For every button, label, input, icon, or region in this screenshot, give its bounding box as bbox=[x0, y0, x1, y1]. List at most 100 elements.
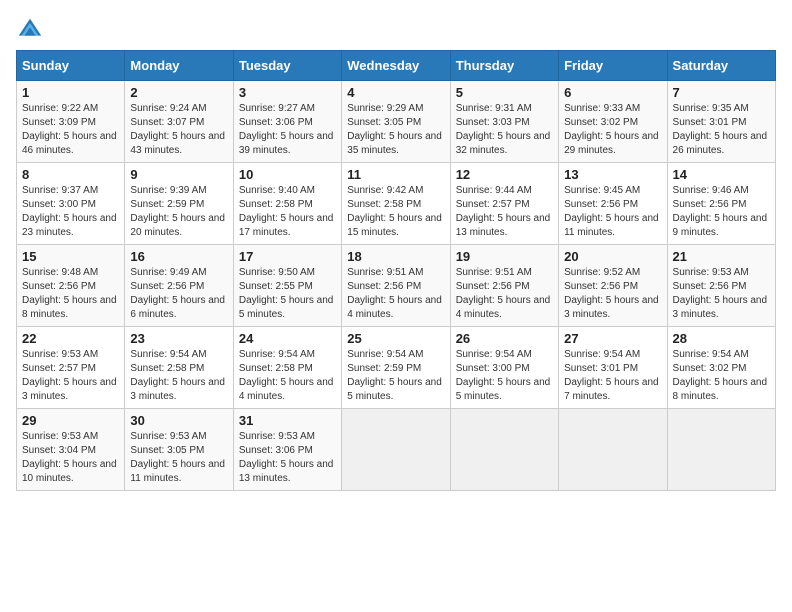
day-cell: 17 Sunrise: 9:50 AM Sunset: 2:55 PM Dayl… bbox=[233, 245, 341, 327]
daylight-label: Daylight: 5 hours and 46 minutes. bbox=[22, 131, 117, 156]
sunset-label: Sunset: 2:58 PM bbox=[347, 199, 421, 210]
day-info: Sunrise: 9:39 AM Sunset: 2:59 PM Dayligh… bbox=[130, 184, 227, 240]
day-cell: 29 Sunrise: 9:53 AM Sunset: 3:04 PM Dayl… bbox=[17, 409, 125, 491]
sunset-label: Sunset: 2:57 PM bbox=[22, 363, 96, 374]
sunrise-label: Sunrise: 9:54 AM bbox=[673, 349, 749, 360]
page-header bbox=[16, 16, 776, 44]
day-number: 10 bbox=[239, 167, 336, 182]
day-cell: 23 Sunrise: 9:54 AM Sunset: 2:58 PM Dayl… bbox=[125, 327, 233, 409]
sunset-label: Sunset: 3:05 PM bbox=[130, 445, 204, 456]
week-row: 29 Sunrise: 9:53 AM Sunset: 3:04 PM Dayl… bbox=[17, 409, 776, 491]
sunrise-label: Sunrise: 9:53 AM bbox=[239, 431, 315, 442]
day-number: 16 bbox=[130, 249, 227, 264]
daylight-label: Daylight: 5 hours and 11 minutes. bbox=[130, 459, 225, 484]
day-cell: 10 Sunrise: 9:40 AM Sunset: 2:58 PM Dayl… bbox=[233, 163, 341, 245]
sunrise-label: Sunrise: 9:35 AM bbox=[673, 103, 749, 114]
daylight-label: Daylight: 5 hours and 5 minutes. bbox=[239, 295, 334, 320]
day-cell: 5 Sunrise: 9:31 AM Sunset: 3:03 PM Dayli… bbox=[450, 81, 558, 163]
day-number: 24 bbox=[239, 331, 336, 346]
sunset-label: Sunset: 2:58 PM bbox=[239, 199, 313, 210]
sunrise-label: Sunrise: 9:53 AM bbox=[130, 431, 206, 442]
daylight-label: Daylight: 5 hours and 3 minutes. bbox=[22, 377, 117, 402]
day-info: Sunrise: 9:54 AM Sunset: 2:58 PM Dayligh… bbox=[130, 348, 227, 404]
sunrise-label: Sunrise: 9:46 AM bbox=[673, 185, 749, 196]
sunset-label: Sunset: 3:01 PM bbox=[564, 363, 638, 374]
sunrise-label: Sunrise: 9:42 AM bbox=[347, 185, 423, 196]
sunset-label: Sunset: 2:58 PM bbox=[130, 363, 204, 374]
day-number: 17 bbox=[239, 249, 336, 264]
day-number: 5 bbox=[456, 85, 553, 100]
daylight-label: Daylight: 5 hours and 13 minutes. bbox=[456, 213, 551, 238]
day-cell: 14 Sunrise: 9:46 AM Sunset: 2:56 PM Dayl… bbox=[667, 163, 775, 245]
col-header-friday: Friday bbox=[559, 51, 667, 81]
sunrise-label: Sunrise: 9:54 AM bbox=[564, 349, 640, 360]
sunset-label: Sunset: 3:06 PM bbox=[239, 445, 313, 456]
sunset-label: Sunset: 3:02 PM bbox=[564, 117, 638, 128]
day-info: Sunrise: 9:40 AM Sunset: 2:58 PM Dayligh… bbox=[239, 184, 336, 240]
week-row: 8 Sunrise: 9:37 AM Sunset: 3:00 PM Dayli… bbox=[17, 163, 776, 245]
daylight-label: Daylight: 5 hours and 9 minutes. bbox=[673, 213, 768, 238]
sunrise-label: Sunrise: 9:33 AM bbox=[564, 103, 640, 114]
sunrise-label: Sunrise: 9:29 AM bbox=[347, 103, 423, 114]
day-number: 28 bbox=[673, 331, 770, 346]
day-cell: 22 Sunrise: 9:53 AM Sunset: 2:57 PM Dayl… bbox=[17, 327, 125, 409]
sunset-label: Sunset: 2:59 PM bbox=[347, 363, 421, 374]
daylight-label: Daylight: 5 hours and 6 minutes. bbox=[130, 295, 225, 320]
daylight-label: Daylight: 5 hours and 10 minutes. bbox=[22, 459, 117, 484]
sunrise-label: Sunrise: 9:31 AM bbox=[456, 103, 532, 114]
daylight-label: Daylight: 5 hours and 29 minutes. bbox=[564, 131, 659, 156]
day-info: Sunrise: 9:53 AM Sunset: 3:04 PM Dayligh… bbox=[22, 430, 119, 486]
day-number: 14 bbox=[673, 167, 770, 182]
daylight-label: Daylight: 5 hours and 5 minutes. bbox=[347, 377, 442, 402]
day-info: Sunrise: 9:45 AM Sunset: 2:56 PM Dayligh… bbox=[564, 184, 661, 240]
day-cell: 7 Sunrise: 9:35 AM Sunset: 3:01 PM Dayli… bbox=[667, 81, 775, 163]
sunset-label: Sunset: 3:02 PM bbox=[673, 363, 747, 374]
day-number: 20 bbox=[564, 249, 661, 264]
sunrise-label: Sunrise: 9:54 AM bbox=[456, 349, 532, 360]
day-cell: 16 Sunrise: 9:49 AM Sunset: 2:56 PM Dayl… bbox=[125, 245, 233, 327]
day-cell: 25 Sunrise: 9:54 AM Sunset: 2:59 PM Dayl… bbox=[342, 327, 450, 409]
sunrise-label: Sunrise: 9:54 AM bbox=[130, 349, 206, 360]
day-number: 1 bbox=[22, 85, 119, 100]
day-number: 27 bbox=[564, 331, 661, 346]
sunset-label: Sunset: 2:56 PM bbox=[22, 281, 96, 292]
col-header-wednesday: Wednesday bbox=[342, 51, 450, 81]
daylight-label: Daylight: 5 hours and 26 minutes. bbox=[673, 131, 768, 156]
empty-cell bbox=[559, 409, 667, 491]
sunrise-label: Sunrise: 9:39 AM bbox=[130, 185, 206, 196]
day-cell: 18 Sunrise: 9:51 AM Sunset: 2:56 PM Dayl… bbox=[342, 245, 450, 327]
daylight-label: Daylight: 5 hours and 4 minutes. bbox=[347, 295, 442, 320]
daylight-label: Daylight: 5 hours and 5 minutes. bbox=[456, 377, 551, 402]
daylight-label: Daylight: 5 hours and 35 minutes. bbox=[347, 131, 442, 156]
sunrise-label: Sunrise: 9:40 AM bbox=[239, 185, 315, 196]
daylight-label: Daylight: 5 hours and 11 minutes. bbox=[564, 213, 659, 238]
day-info: Sunrise: 9:50 AM Sunset: 2:55 PM Dayligh… bbox=[239, 266, 336, 322]
week-row: 15 Sunrise: 9:48 AM Sunset: 2:56 PM Dayl… bbox=[17, 245, 776, 327]
sunrise-label: Sunrise: 9:53 AM bbox=[22, 431, 98, 442]
day-number: 6 bbox=[564, 85, 661, 100]
day-info: Sunrise: 9:54 AM Sunset: 2:59 PM Dayligh… bbox=[347, 348, 444, 404]
sunset-label: Sunset: 2:56 PM bbox=[673, 281, 747, 292]
day-info: Sunrise: 9:27 AM Sunset: 3:06 PM Dayligh… bbox=[239, 102, 336, 158]
daylight-label: Daylight: 5 hours and 7 minutes. bbox=[564, 377, 659, 402]
day-number: 22 bbox=[22, 331, 119, 346]
week-row: 22 Sunrise: 9:53 AM Sunset: 2:57 PM Dayl… bbox=[17, 327, 776, 409]
daylight-label: Daylight: 5 hours and 20 minutes. bbox=[130, 213, 225, 238]
calendar-header: SundayMondayTuesdayWednesdayThursdayFrid… bbox=[17, 51, 776, 81]
daylight-label: Daylight: 5 hours and 39 minutes. bbox=[239, 131, 334, 156]
sunrise-label: Sunrise: 9:48 AM bbox=[22, 267, 98, 278]
sunset-label: Sunset: 2:55 PM bbox=[239, 281, 313, 292]
sunset-label: Sunset: 3:00 PM bbox=[456, 363, 530, 374]
day-info: Sunrise: 9:51 AM Sunset: 2:56 PM Dayligh… bbox=[347, 266, 444, 322]
daylight-label: Daylight: 5 hours and 3 minutes. bbox=[564, 295, 659, 320]
col-header-sunday: Sunday bbox=[17, 51, 125, 81]
day-cell: 30 Sunrise: 9:53 AM Sunset: 3:05 PM Dayl… bbox=[125, 409, 233, 491]
sunset-label: Sunset: 2:56 PM bbox=[564, 281, 638, 292]
day-cell: 26 Sunrise: 9:54 AM Sunset: 3:00 PM Dayl… bbox=[450, 327, 558, 409]
day-number: 8 bbox=[22, 167, 119, 182]
day-cell: 6 Sunrise: 9:33 AM Sunset: 3:02 PM Dayli… bbox=[559, 81, 667, 163]
day-cell: 3 Sunrise: 9:27 AM Sunset: 3:06 PM Dayli… bbox=[233, 81, 341, 163]
day-number: 12 bbox=[456, 167, 553, 182]
col-header-monday: Monday bbox=[125, 51, 233, 81]
sunset-label: Sunset: 3:03 PM bbox=[456, 117, 530, 128]
